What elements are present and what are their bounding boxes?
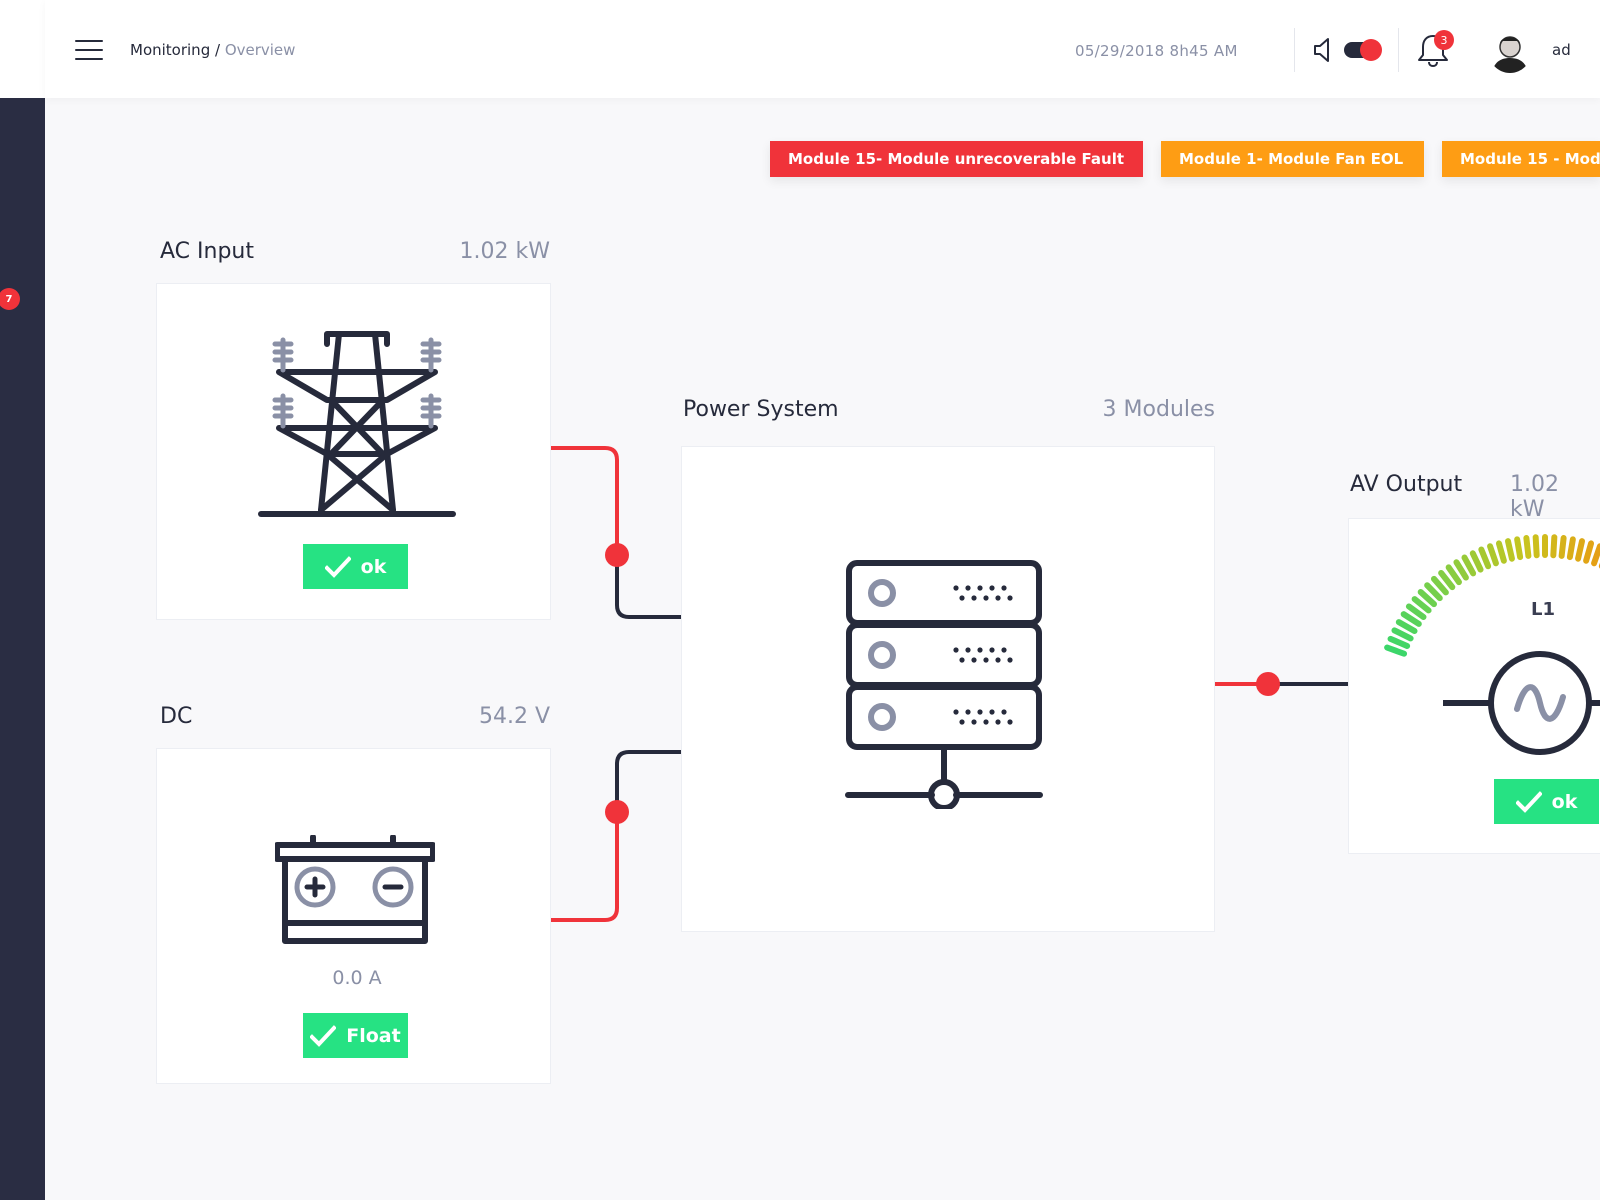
ac-input-status-label: ok (360, 555, 387, 578)
av-output-status-label: ok (1551, 790, 1578, 813)
gauge-tick (1523, 535, 1532, 559)
gauge-tick (1387, 635, 1411, 649)
connection-node (605, 543, 629, 567)
server-rack-icon (845, 560, 1043, 809)
gauge-tick (1395, 619, 1418, 635)
gauge-tick (1550, 534, 1558, 559)
power-tower-icon (258, 331, 456, 517)
gauge-tick (1532, 534, 1540, 559)
gauge-tick (1478, 546, 1492, 570)
power-system-value: 3 Modules (1102, 397, 1215, 422)
dc-title: DC (160, 704, 193, 729)
gauge-tick (1514, 536, 1524, 561)
dc-card[interactable]: 0.0 A Float (156, 748, 551, 1084)
av-output-value: 1.02 kW (1510, 472, 1559, 522)
gauge-tick (1469, 550, 1484, 573)
gauge-tick (1504, 538, 1515, 562)
gauge-tick (1575, 538, 1586, 562)
av-output-card[interactable]: L1 ok (1348, 518, 1600, 854)
av-output-status-button[interactable]: ok (1494, 779, 1599, 824)
gauge-tick (1487, 543, 1499, 567)
gauge-tick (1495, 540, 1507, 564)
dc-current: 0.0 A (332, 967, 382, 989)
power-system-title: Power System (683, 397, 839, 422)
gauge-tick (1558, 535, 1567, 559)
dc-value: 54.2 V (478, 704, 550, 729)
ac-input-value: 1.02 kW (459, 239, 550, 264)
checkmark-icon (324, 555, 351, 578)
checkmark-icon (1515, 790, 1542, 813)
connection-node (605, 800, 629, 824)
ac-input-card[interactable]: ok (156, 283, 551, 620)
gauge-tick (1591, 543, 1600, 567)
gauge-tick (1566, 536, 1576, 561)
battery-icon (275, 835, 435, 944)
power-system-card[interactable] (681, 446, 1215, 932)
gauge-tick (1461, 554, 1477, 577)
gauge-tick (1583, 540, 1595, 564)
ac-sine-icon (1443, 651, 1600, 755)
gauge-tick (1453, 559, 1469, 581)
dc-status-label: Float (346, 1024, 401, 1047)
ac-input-status-button[interactable]: ok (303, 544, 408, 589)
ac-input-title: AC Input (160, 239, 254, 264)
dc-status-button[interactable]: Float (303, 1013, 408, 1058)
checkmark-icon (310, 1024, 337, 1047)
phase-label: L1 (1531, 599, 1555, 620)
av-output-title: AV Output (1350, 472, 1463, 497)
gauge-tick (1391, 627, 1414, 642)
gauge-tick (1384, 644, 1408, 657)
connection-node (1256, 672, 1280, 696)
